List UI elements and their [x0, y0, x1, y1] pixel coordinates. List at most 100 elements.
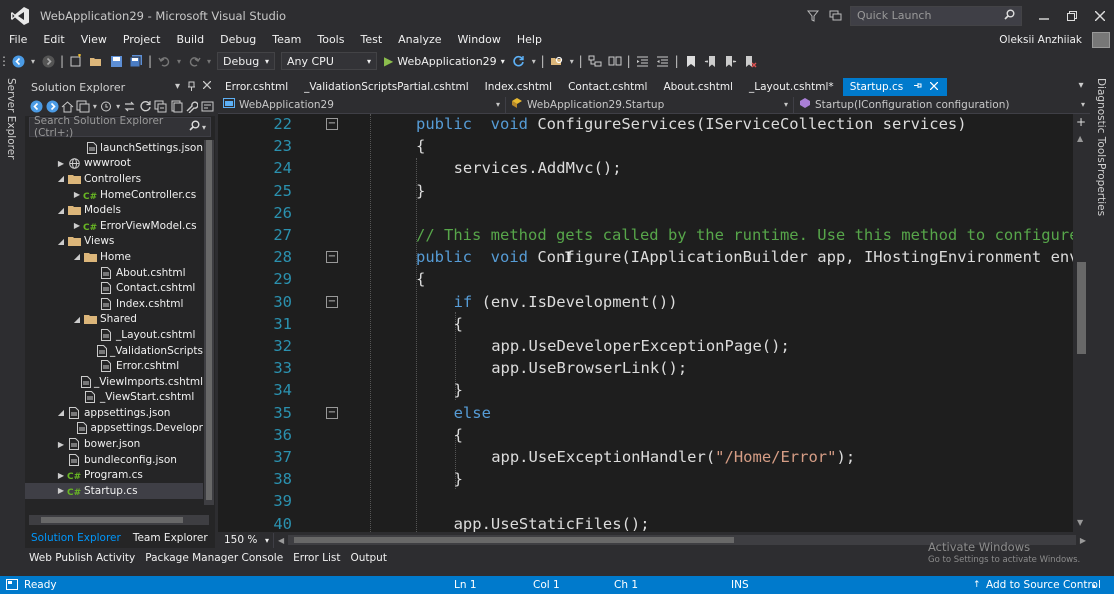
step-into-icon[interactable] [585, 51, 605, 71]
collapse-region-icon[interactable]: − [326, 118, 338, 130]
quick-launch-input[interactable]: Quick Launch [850, 5, 1022, 26]
forward-icon[interactable] [38, 51, 58, 71]
restore-button[interactable] [1058, 0, 1086, 31]
menu-test[interactable]: Test [351, 33, 389, 46]
document-tab[interactable]: Error.cshtml [218, 78, 297, 96]
menu-debug[interactable]: Debug [211, 33, 263, 46]
collapse-region-icon[interactable]: − [326, 406, 338, 419]
redo-dropdown-icon[interactable]: ▾ [204, 51, 214, 71]
tree-item[interactable]: _Layout.cshtml [25, 327, 203, 343]
collapse-all-icon[interactable] [153, 96, 169, 116]
search-options-dropdown-icon[interactable]: ▾ [202, 123, 206, 132]
pin-icon[interactable] [913, 81, 922, 93]
find-dropdown-icon[interactable]: ▾ [567, 51, 577, 71]
add-to-source-control-button[interactable]: Add to Source Control [986, 579, 1101, 591]
expand-arrow-icon[interactable]: ▶ [55, 486, 67, 495]
start-debugging-button[interactable]: ▶ WebApplication29 ▾ [384, 54, 505, 68]
collapse-arrow-icon[interactable]: ◢ [55, 237, 67, 246]
preview-selected-items-icon[interactable] [200, 96, 216, 116]
save-icon[interactable] [106, 51, 126, 71]
clear-bookmarks-icon[interactable] [741, 51, 761, 71]
open-file-icon[interactable] [86, 51, 106, 71]
scroll-right-icon[interactable]: ▶ [1080, 536, 1086, 545]
tree-item[interactable]: _ValidationScripts [25, 343, 203, 359]
back-icon[interactable] [8, 51, 28, 71]
redo-icon[interactable] [184, 51, 204, 71]
tree-item[interactable]: ◢ Home [25, 249, 203, 265]
collapse-arrow-icon[interactable]: ◢ [71, 252, 83, 261]
tree-item[interactable]: appsettings.Developr [25, 421, 203, 437]
tab-solution-explorer[interactable]: Solution Explorer [25, 530, 127, 548]
back-dropdown-icon[interactable]: ▾ [28, 51, 38, 71]
sync-with-document-icon[interactable] [122, 96, 138, 116]
menu-tools[interactable]: Tools [308, 33, 351, 46]
tree-item[interactable]: ▶ C# Program.cs [25, 467, 203, 483]
editor-vertical-scrollbar[interactable]: + ▲ ▼ [1073, 114, 1090, 532]
solution-configuration-select[interactable]: Debug ▾ [217, 52, 275, 70]
step-over-icon[interactable] [605, 51, 625, 71]
tree-item[interactable]: ◢ Shared [25, 312, 203, 328]
menu-team[interactable]: Team [263, 33, 308, 46]
previous-bookmark-icon[interactable] [701, 51, 721, 71]
bookmark-icon[interactable] [681, 51, 701, 71]
tree-item[interactable]: ◢ Models [25, 202, 203, 218]
wrench-icon[interactable] [184, 96, 200, 116]
project-dropdown[interactable]: WebApplication29 ▾ [218, 96, 506, 113]
window-position-dropdown-icon[interactable]: ▾ [175, 81, 180, 94]
tree-item[interactable]: bundleconfig.json [25, 452, 203, 468]
find-in-files-icon[interactable] [547, 51, 567, 71]
menu-edit[interactable]: Edit [34, 33, 71, 46]
close-button[interactable] [1086, 0, 1114, 31]
tree-item[interactable]: launchSettings.json [25, 140, 203, 156]
tree-item[interactable]: Error.cshtml [25, 358, 203, 374]
collapse-arrow-icon[interactable]: ◢ [55, 206, 67, 215]
collapse-arrow-icon[interactable]: ◢ [55, 174, 67, 183]
collapse-arrow-icon[interactable]: ◢ [55, 408, 67, 417]
tab-output[interactable]: Output [345, 552, 391, 568]
tree-item[interactable]: ◢ Controllers [25, 171, 203, 187]
expand-arrow-icon[interactable]: ▶ [55, 159, 67, 168]
document-tab[interactable]: Contact.cshtml [561, 78, 656, 96]
tree-item[interactable]: _ViewImports.cshtml [25, 374, 203, 390]
menu-build[interactable]: Build [167, 33, 211, 46]
tree-item[interactable]: ▶ C# ErrorViewModel.cs [25, 218, 203, 234]
code-editor[interactable]: I 22− public void ConfigureServices(IServ… [218, 114, 1073, 532]
minimize-button[interactable] [1030, 0, 1058, 31]
expand-arrow-icon[interactable]: ▶ [71, 190, 83, 199]
tree-item[interactable]: ▶ C# HomeController.cs [25, 187, 203, 203]
expand-arrow-icon[interactable]: ▶ [55, 440, 67, 449]
collapse-region-icon[interactable]: − [326, 251, 338, 264]
solution-explorer-vertical-scrollbar[interactable] [204, 140, 214, 505]
expand-arrow-icon[interactable]: ▶ [55, 471, 67, 480]
indent-left-icon[interactable] [633, 51, 653, 71]
save-all-icon[interactable] [126, 51, 146, 71]
tab-overflow-dropdown-icon[interactable]: ▾ [1074, 80, 1088, 94]
show-all-files-icon[interactable] [169, 96, 185, 116]
avatar[interactable] [1092, 31, 1110, 48]
document-tab[interactable]: _ValidationScriptsPartial.cshtml [297, 78, 478, 96]
tree-item[interactable]: Contact.cshtml [25, 280, 203, 296]
expand-arrow-icon[interactable]: ▶ [71, 221, 83, 230]
collapse-region-icon[interactable]: − [326, 295, 338, 308]
scroll-up-icon[interactable]: ▲ [1077, 134, 1083, 143]
tree-item[interactable]: ◢ appsettings.json [25, 405, 203, 421]
home-icon[interactable] [60, 96, 76, 116]
next-bookmark-icon[interactable] [721, 51, 741, 71]
tree-item[interactable]: ▶ C# Startup.cs [25, 483, 203, 499]
refresh-browser-icon[interactable] [509, 51, 529, 71]
tree-item[interactable]: Index.cshtml [25, 296, 203, 312]
new-project-icon[interactable] [66, 51, 86, 71]
close-icon[interactable] [929, 81, 939, 93]
collapse-arrow-icon[interactable]: ◢ [71, 315, 83, 324]
pin-icon[interactable] [187, 81, 196, 94]
refresh-dropdown-icon[interactable]: ▾ [529, 51, 539, 71]
close-icon[interactable] [202, 80, 212, 94]
scroll-down-icon[interactable]: ▼ [1077, 518, 1083, 527]
scroll-left-icon[interactable]: ◀ [278, 536, 284, 545]
tab-web-publish-activity[interactable]: Web Publish Activity [24, 552, 140, 568]
tree-item[interactable]: ▶ wwwroot [25, 156, 203, 172]
solution-platform-select[interactable]: Any CPU ▾ [281, 52, 377, 70]
undo-icon[interactable] [154, 51, 174, 71]
feedback-icon[interactable] [824, 6, 846, 26]
split-editor-icon[interactable]: + [1076, 115, 1086, 129]
